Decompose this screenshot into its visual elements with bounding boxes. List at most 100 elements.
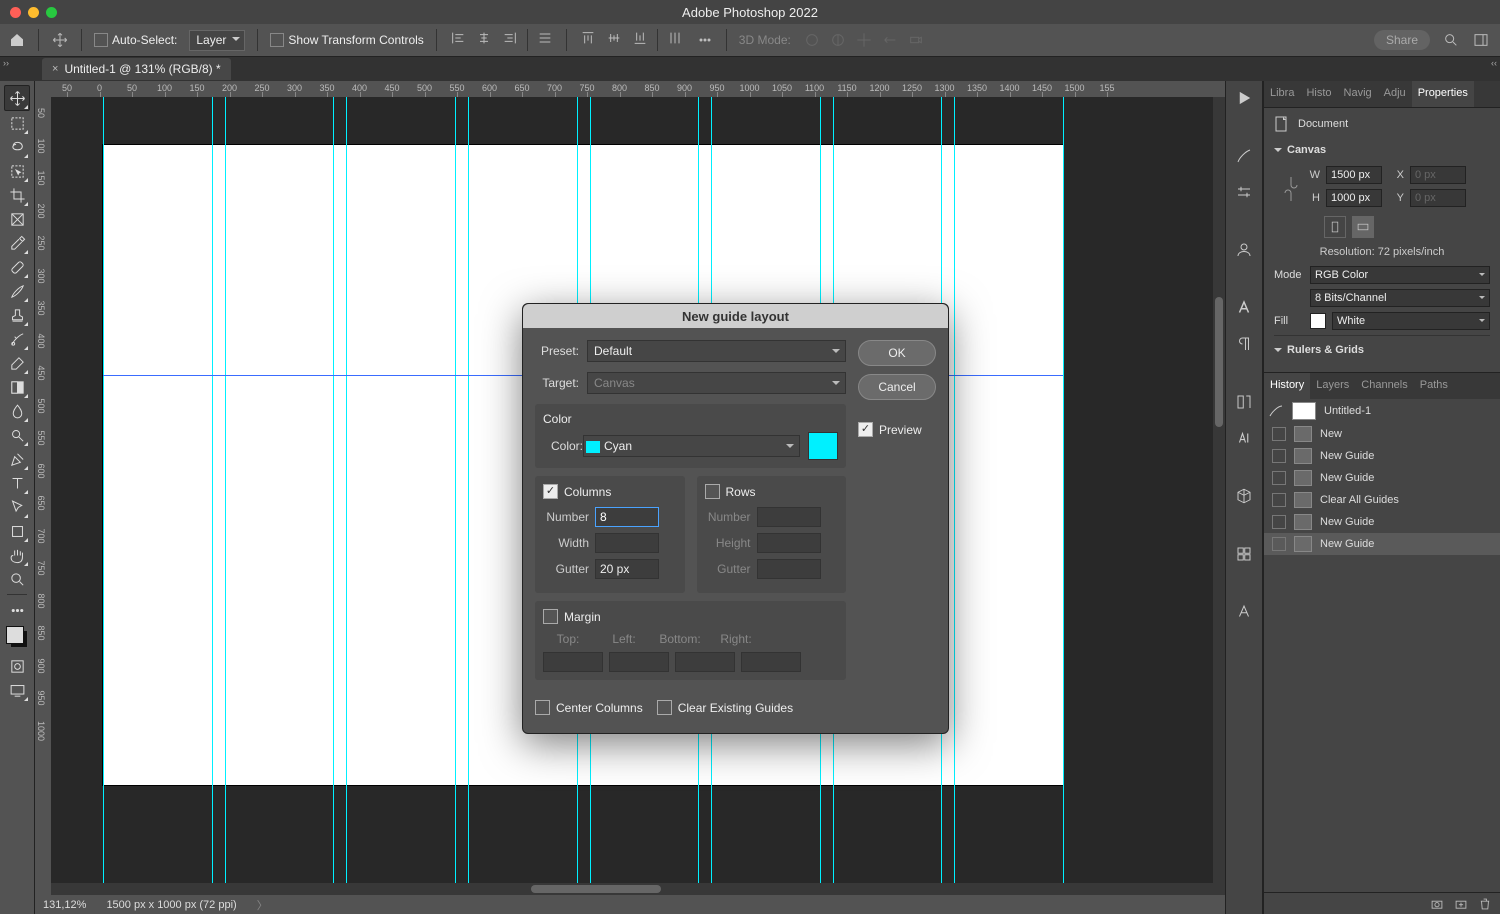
more-options-icon[interactable] (696, 31, 714, 49)
panel-tab-history[interactable]: History (1264, 373, 1310, 399)
doc-dimensions[interactable]: 1500 px x 1000 px (72 ppi) (106, 899, 236, 911)
guide-vertical[interactable] (333, 97, 334, 895)
healing-tool[interactable] (5, 255, 29, 279)
ruler-origin[interactable] (35, 81, 52, 98)
path-select-tool[interactable] (5, 495, 29, 519)
color-select[interactable]: Cyan (583, 435, 800, 457)
minimize-window-button[interactable] (28, 7, 39, 18)
align-left-icon[interactable] (449, 29, 467, 47)
color-swatch[interactable] (808, 432, 838, 460)
scrollbar-thumb[interactable] (1215, 297, 1223, 427)
character-panel-icon[interactable] (1233, 297, 1255, 319)
new-state-icon[interactable] (1454, 897, 1468, 911)
landscape-button[interactable] (1352, 216, 1374, 238)
history-item[interactable]: New Guide (1264, 445, 1500, 467)
scrollbar-thumb[interactable] (531, 885, 661, 893)
height-input[interactable] (1326, 189, 1382, 207)
cancel-button[interactable]: Cancel (858, 374, 936, 400)
lasso-tool[interactable] (5, 135, 29, 159)
expand-left-icon[interactable]: ›› (3, 58, 9, 68)
guide-vertical[interactable] (1063, 97, 1064, 895)
home-button[interactable] (8, 31, 26, 49)
close-tab-icon[interactable]: × (52, 63, 58, 75)
info-panel-icon[interactable] (1233, 543, 1255, 565)
trash-icon[interactable] (1478, 897, 1492, 911)
guide-vertical[interactable] (212, 97, 213, 895)
ok-button[interactable]: OK (858, 340, 936, 366)
panel-tab-adju[interactable]: Adju (1378, 81, 1412, 107)
history-source[interactable]: Untitled-1 (1264, 399, 1500, 423)
margin-checkbox[interactable]: Margin (543, 609, 838, 624)
panel-tab-channels[interactable]: Channels (1355, 373, 1413, 399)
history-item[interactable]: New Guide (1264, 533, 1500, 555)
guide-vertical[interactable] (954, 97, 955, 895)
bit-depth-select[interactable]: 8 Bits/Channel (1310, 289, 1490, 307)
share-button[interactable]: Share (1374, 30, 1430, 50)
width-input[interactable] (1326, 166, 1382, 184)
panel-tab-histo[interactable]: Histo (1300, 81, 1337, 107)
gradient-tool[interactable] (5, 375, 29, 399)
scrollbar-horizontal[interactable] (51, 883, 1213, 895)
character-addon-icon[interactable] (1233, 239, 1255, 261)
ruler-vertical[interactable]: 5010015020025030035040045050055060065070… (35, 97, 52, 914)
fill-swatch[interactable] (1310, 313, 1326, 329)
distribute-icon[interactable] (536, 29, 554, 47)
play-icon[interactable] (1233, 87, 1255, 109)
align-bottom-icon[interactable] (631, 29, 649, 47)
columns-checkbox[interactable]: Columns (543, 484, 677, 499)
blur-tool[interactable] (5, 399, 29, 423)
pen-tool[interactable] (5, 447, 29, 471)
stamp-tool[interactable] (5, 303, 29, 327)
eyedropper-tool[interactable] (5, 231, 29, 255)
fill-select[interactable]: White (1332, 312, 1490, 330)
preview-checkbox[interactable]: Preview (858, 422, 936, 437)
object-select-tool[interactable] (5, 159, 29, 183)
crop-tool[interactable] (5, 183, 29, 207)
move-tool[interactable] (4, 85, 30, 111)
edit-toolbar-icon[interactable] (5, 598, 29, 622)
panel-tab-properties[interactable]: Properties (1412, 81, 1474, 107)
history-brush-tool[interactable] (5, 327, 29, 351)
glyphs-panel-icon[interactable] (1233, 391, 1255, 413)
frame-tool[interactable] (5, 207, 29, 231)
columns-number-input[interactable] (595, 507, 659, 527)
brush-tool[interactable] (5, 279, 29, 303)
zoom-window-button[interactable] (46, 7, 57, 18)
color-mode-select[interactable]: RGB Color (1310, 266, 1490, 284)
3d-panel-icon[interactable] (1233, 485, 1255, 507)
panel-tab-layers[interactable]: Layers (1310, 373, 1355, 399)
screen-mode-icon[interactable] (5, 678, 29, 702)
history-item[interactable]: Clear All Guides (1264, 489, 1500, 511)
close-window-button[interactable] (10, 7, 21, 18)
guide-vertical[interactable] (468, 97, 469, 895)
rulers-section-header[interactable]: Rulers & Grids (1274, 340, 1490, 360)
search-icon[interactable] (1442, 31, 1460, 49)
preset-select[interactable]: Default (587, 340, 846, 362)
color-swatches[interactable] (6, 626, 28, 648)
quick-mask-icon[interactable] (5, 654, 29, 678)
workspace-icon[interactable] (1472, 31, 1490, 49)
align-right-icon[interactable] (501, 29, 519, 47)
marquee-tool[interactable] (5, 111, 29, 135)
panel-tab-paths[interactable]: Paths (1414, 373, 1454, 399)
align-middle-icon[interactable] (605, 29, 623, 47)
guide-vertical[interactable] (225, 97, 226, 895)
type-tool[interactable] (5, 471, 29, 495)
clear-guides-checkbox[interactable]: Clear Existing Guides (657, 700, 793, 715)
guide-vertical[interactable] (103, 97, 104, 895)
new-snapshot-icon[interactable] (1430, 897, 1444, 911)
history-item[interactable]: New Guide (1264, 467, 1500, 489)
panel-tab-libra[interactable]: Libra (1264, 81, 1300, 107)
columns-width-input[interactable] (595, 533, 659, 553)
align-center-h-icon[interactable] (475, 29, 493, 47)
history-item[interactable]: New Guide (1264, 511, 1500, 533)
history-item[interactable]: New (1264, 423, 1500, 445)
portrait-button[interactable] (1324, 216, 1346, 238)
center-columns-checkbox[interactable]: Center Columns (535, 700, 643, 715)
scrollbar-vertical[interactable] (1213, 97, 1225, 895)
paragraph-panel-icon[interactable] (1233, 333, 1255, 355)
auto-select-type[interactable]: Layer (189, 30, 245, 51)
auto-select-checkbox[interactable]: Auto-Select: (94, 33, 177, 48)
columns-gutter-input[interactable] (595, 559, 659, 579)
guide-vertical[interactable] (455, 97, 456, 895)
